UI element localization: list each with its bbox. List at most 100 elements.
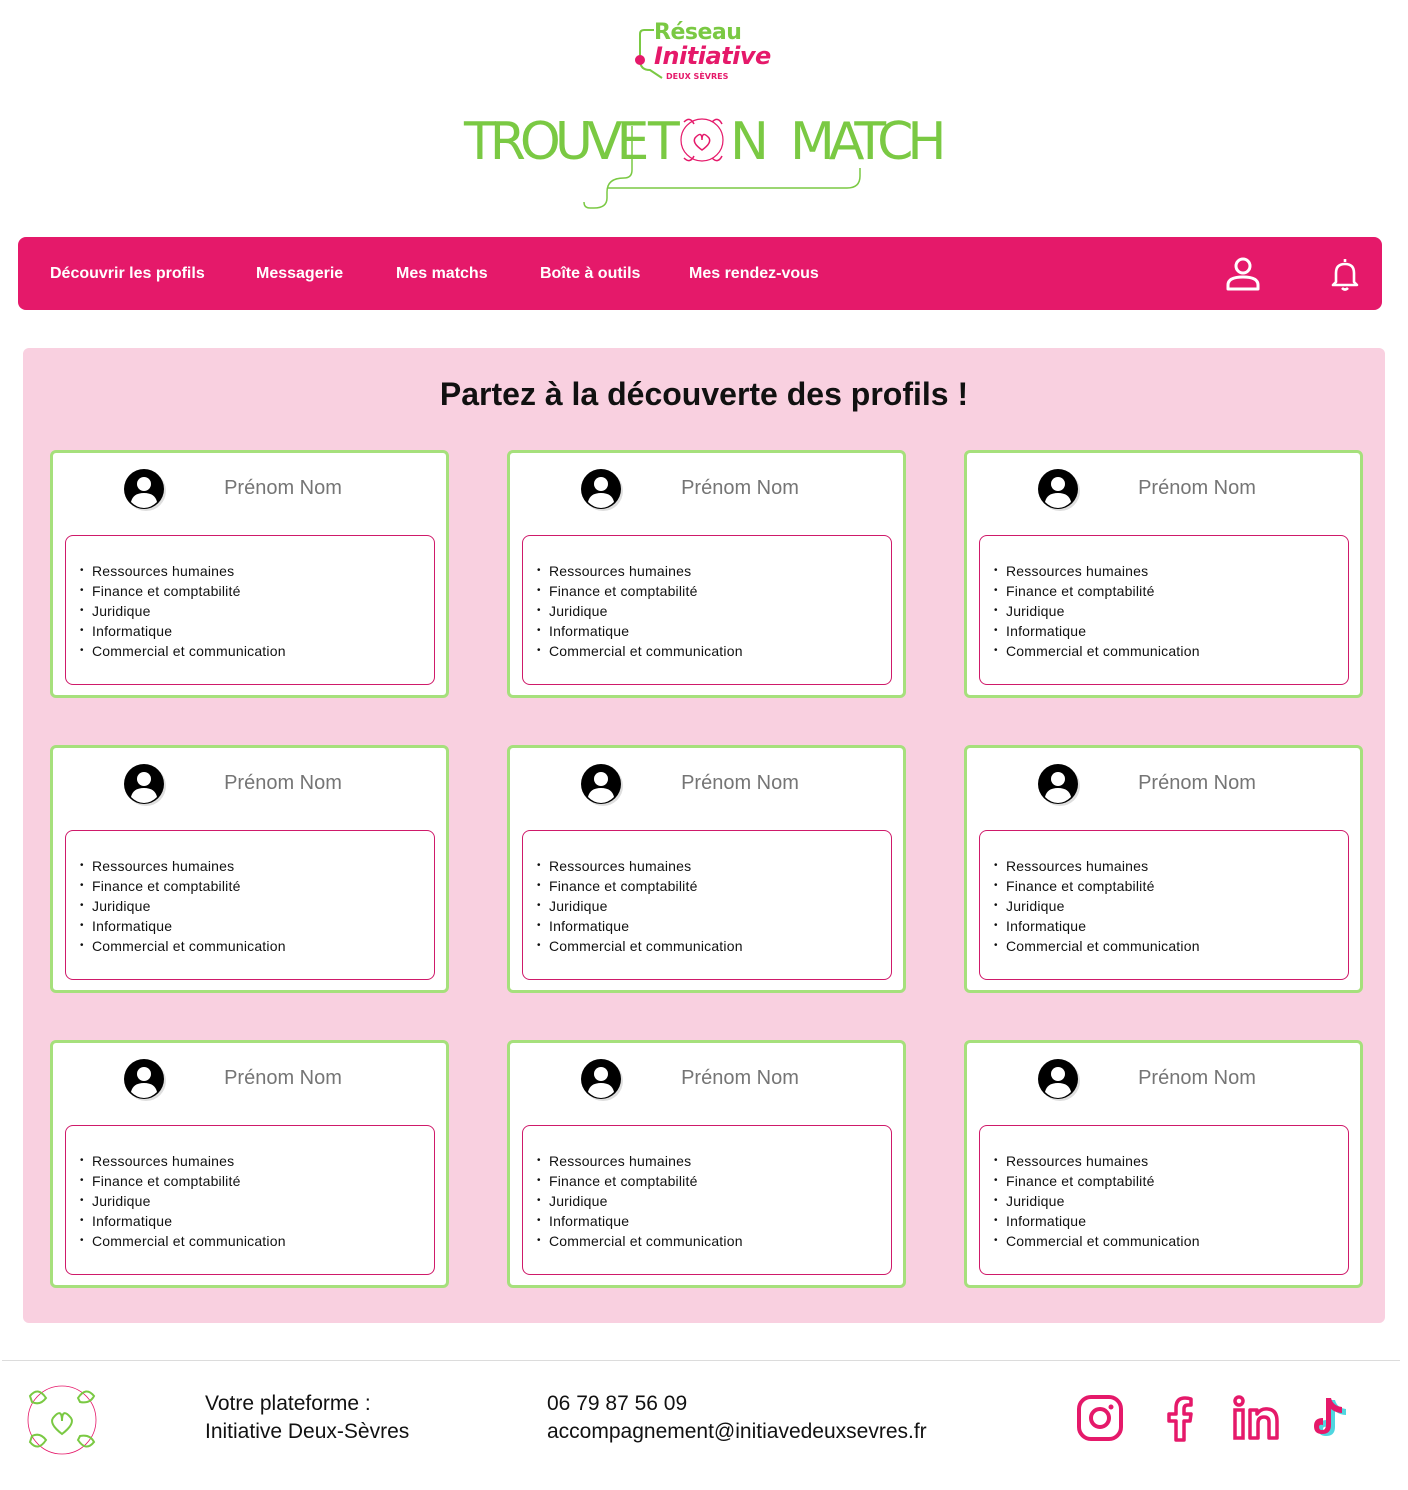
- profile-name: Prénom Nom: [224, 772, 342, 794]
- skills-list: Ressources humainesFinance et comptabili…: [994, 1151, 1348, 1251]
- skill-item: Finance et comptabilité: [80, 1171, 434, 1191]
- skill-item: Informatique: [994, 916, 1348, 936]
- facebook-icon[interactable]: [1156, 1394, 1204, 1442]
- nav-item-messagerie[interactable]: Messagerie: [256, 237, 343, 310]
- skill-item: Finance et comptabilité: [537, 1171, 891, 1191]
- skills-list: Ressources humainesFinance et comptabili…: [537, 1151, 891, 1251]
- match-logo-letter-n: N: [730, 112, 769, 172]
- skill-item: Ressources humaines: [80, 561, 434, 581]
- nav-item-decouvrir-profils[interactable]: Découvrir les profils: [50, 237, 205, 310]
- profile-card[interactable]: Prénom Nom Ressources humainesFinance et …: [507, 745, 906, 993]
- skill-item: Ressources humaines: [80, 1151, 434, 1171]
- skills-box: Ressources humainesFinance et comptabili…: [979, 535, 1349, 685]
- skill-item: Informatique: [80, 916, 434, 936]
- skill-item: Commercial et communication: [994, 1231, 1348, 1251]
- skills-list: Ressources humainesFinance et comptabili…: [994, 856, 1348, 956]
- profile-card[interactable]: Prénom Nom Ressources humainesFinance et …: [964, 1040, 1363, 1288]
- skill-item: Ressources humaines: [994, 561, 1348, 581]
- profiles-panel: Partez à la découverte des profils ! Pré…: [23, 348, 1385, 1323]
- profile-card[interactable]: Prénom Nom Ressources humainesFinance et …: [50, 745, 449, 993]
- footer-contact-block: 06 79 87 56 09 accompagnement@initiavede…: [547, 1390, 927, 1446]
- skill-item: Ressources humaines: [80, 856, 434, 876]
- skills-list: Ressources humainesFinance et comptabili…: [537, 856, 891, 956]
- profile-name: Prénom Nom: [681, 477, 799, 499]
- reseau-initiative-logo[interactable]: Réseau Initiative DEUX SÈVRES: [632, 18, 772, 88]
- skill-item: Juridique: [80, 601, 434, 621]
- skill-item: Commercial et communication: [994, 641, 1348, 661]
- skill-item: Finance et comptabilité: [537, 876, 891, 896]
- profile-card[interactable]: Prénom Nom Ressources humainesFinance et …: [50, 450, 449, 698]
- skills-box: Ressources humainesFinance et comptabili…: [65, 830, 435, 980]
- trouve-ton-match-logo: TROUVE T N MATCH: [462, 110, 947, 215]
- user-icon[interactable]: [1224, 255, 1262, 293]
- skill-item: Commercial et communication: [80, 1231, 434, 1251]
- skill-item: Informatique: [994, 621, 1348, 641]
- linkedin-icon[interactable]: [1232, 1394, 1280, 1442]
- match-logo-word-trouve: TROUVE: [464, 112, 649, 172]
- profile-card[interactable]: Prénom Nom Ressources humainesFinance et …: [964, 450, 1363, 698]
- profile-name: Prénom Nom: [1138, 1067, 1256, 1089]
- skill-item: Juridique: [994, 1191, 1348, 1211]
- footer-email[interactable]: accompagnement@initiavedeuxsevres.fr: [547, 1418, 927, 1446]
- profile-name: Prénom Nom: [1138, 477, 1256, 499]
- skill-item: Commercial et communication: [80, 936, 434, 956]
- skills-list: Ressources humainesFinance et comptabili…: [80, 561, 434, 661]
- skill-item: Informatique: [80, 1211, 434, 1231]
- logo-initiative-text: Initiative: [654, 42, 771, 70]
- skills-list: Ressources humainesFinance et comptabili…: [80, 1151, 434, 1251]
- instagram-icon[interactable]: [1076, 1394, 1124, 1442]
- skill-item: Commercial et communication: [537, 936, 891, 956]
- skill-item: Juridique: [537, 601, 891, 621]
- skill-item: Juridique: [994, 601, 1348, 621]
- skill-item: Juridique: [80, 896, 434, 916]
- footer-divider: [2, 1360, 1400, 1361]
- footer-platform-name: Initiative Deux-Sèvres: [205, 1420, 410, 1443]
- nav-item-mes-rendez-vous[interactable]: Mes rendez-vous: [689, 237, 819, 310]
- tiktok-icon[interactable]: [1306, 1394, 1354, 1442]
- skill-item: Juridique: [994, 896, 1348, 916]
- skill-item: Finance et comptabilité: [994, 1171, 1348, 1191]
- skills-box: Ressources humainesFinance et comptabili…: [979, 1125, 1349, 1275]
- profile-card[interactable]: Prénom Nom Ressources humainesFinance et …: [507, 450, 906, 698]
- skill-item: Commercial et communication: [994, 936, 1348, 956]
- skill-item: Juridique: [80, 1191, 434, 1211]
- profile-card[interactable]: Prénom Nom Ressources humainesFinance et …: [964, 745, 1363, 993]
- profile-name: Prénom Nom: [681, 1067, 799, 1089]
- footer-logo: [22, 1378, 102, 1462]
- profile-card[interactable]: Prénom Nom Ressources humainesFinance et …: [507, 1040, 906, 1288]
- skills-list: Ressources humainesFinance et comptabili…: [80, 856, 434, 956]
- skills-box: Ressources humainesFinance et comptabili…: [522, 830, 892, 980]
- skill-item: Finance et comptabilité: [994, 876, 1348, 896]
- nav-item-mes-matchs[interactable]: Mes matchs: [396, 237, 488, 310]
- skills-box: Ressources humainesFinance et comptabili…: [65, 535, 435, 685]
- skills-list: Ressources humainesFinance et comptabili…: [994, 561, 1348, 661]
- skill-item: Ressources humaines: [994, 856, 1348, 876]
- skill-item: Commercial et communication: [80, 641, 434, 661]
- skills-box: Ressources humainesFinance et comptabili…: [522, 535, 892, 685]
- skill-item: Finance et comptabilité: [80, 876, 434, 896]
- skill-item: Finance et comptabilité: [537, 581, 891, 601]
- match-logo-word-match: MATCH: [790, 112, 947, 172]
- skills-box: Ressources humainesFinance et comptabili…: [522, 1125, 892, 1275]
- skill-item: Ressources humaines: [537, 1151, 891, 1171]
- skills-box: Ressources humainesFinance et comptabili…: [979, 830, 1349, 980]
- skill-item: Juridique: [537, 1191, 891, 1211]
- nav-item-boite-outils[interactable]: Boîte à outils: [540, 237, 640, 310]
- skills-box: Ressources humainesFinance et comptabili…: [65, 1125, 435, 1275]
- skill-item: Informatique: [994, 1211, 1348, 1231]
- bell-icon[interactable]: [1326, 255, 1364, 293]
- footer-platform-block: Votre plateforme : Initiative Deux-Sèvre…: [205, 1390, 409, 1446]
- match-logo-letter-t: T: [648, 112, 680, 172]
- footer-platform-label: Votre plateforme :: [205, 1392, 371, 1415]
- profile-name: Prénom Nom: [224, 1067, 342, 1089]
- skill-item: Commercial et communication: [537, 1231, 891, 1251]
- profile-name: Prénom Nom: [224, 477, 342, 499]
- skill-item: Finance et comptabilité: [80, 581, 434, 601]
- skill-item: Ressources humaines: [994, 1151, 1348, 1171]
- logo-deux-sevres-text: DEUX SÈVRES: [666, 72, 729, 81]
- profile-card[interactable]: Prénom Nom Ressources humainesFinance et …: [50, 1040, 449, 1288]
- skill-item: Informatique: [537, 621, 891, 641]
- footer-phone[interactable]: 06 79 87 56 09: [547, 1390, 927, 1418]
- main-navbar: Découvrir les profils Messagerie Mes mat…: [18, 237, 1382, 310]
- skill-item: Juridique: [537, 896, 891, 916]
